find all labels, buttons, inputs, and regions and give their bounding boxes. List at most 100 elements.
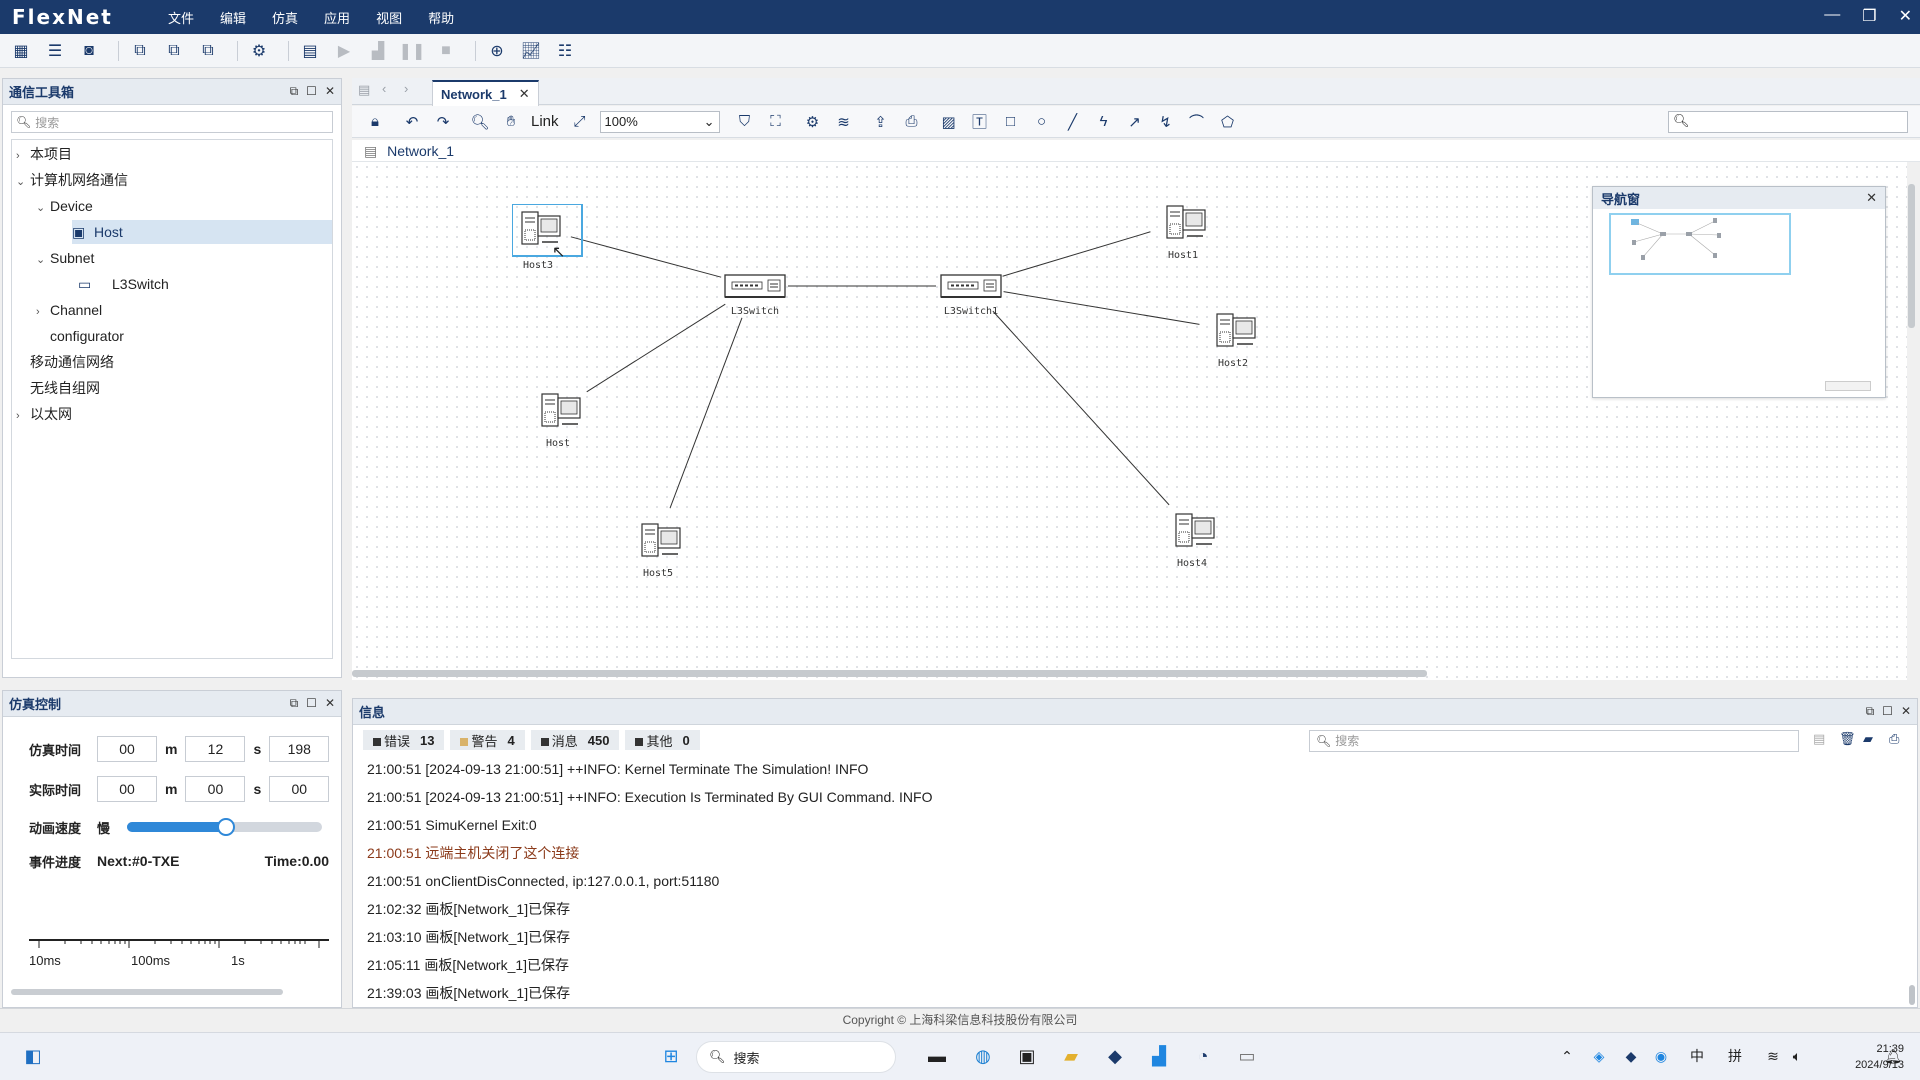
tree-item-device[interactable]: ⌄ Device: [36, 194, 93, 218]
list-tree-icon[interactable]: ☰: [42, 38, 68, 64]
float-icon[interactable]: ⧉: [290, 84, 299, 99]
menu-file[interactable]: 文件: [168, 8, 194, 27]
export-icon[interactable]: ⇪: [870, 111, 892, 133]
canvas-search-input[interactable]: 🔍︎: [1668, 111, 1908, 133]
file-manager-icon[interactable]: ▬: [924, 1043, 950, 1069]
rectangle-icon[interactable]: □: [1000, 111, 1022, 133]
filter-warnings[interactable]: 警告 4: [450, 730, 525, 750]
menu-view[interactable]: 视图: [376, 8, 402, 27]
undo-icon[interactable]: ↶: [401, 111, 423, 133]
arrow-icon[interactable]: ↗: [1124, 111, 1146, 133]
tree-item-ethernet[interactable]: › 以太网: [16, 402, 72, 426]
tree-item-project[interactable]: › 本项目: [16, 142, 72, 166]
canvas-vscroll[interactable]: [1908, 184, 1915, 328]
edge-browser-icon[interactable]: ◍: [970, 1043, 996, 1069]
remote-desktop-icon[interactable]: ▭: [1234, 1043, 1260, 1069]
tree-item-mobile-network[interactable]: 移动通信网络: [30, 350, 114, 374]
wifi-icon[interactable]: ≋: [1760, 1043, 1786, 1069]
node-host3[interactable]: Host3 ↖: [511, 203, 584, 271]
polygon-icon[interactable]: ⬠: [1217, 111, 1239, 133]
ellipse-icon[interactable]: ○: [1031, 111, 1053, 133]
float-icon[interactable]: ⧉: [1866, 704, 1875, 719]
close-panel-icon[interactable]: ✕: [325, 696, 335, 711]
widgets-icon[interactable]: ◧: [20, 1043, 46, 1069]
link-Host-L3Switch[interactable]: [586, 303, 726, 393]
menu-simulation[interactable]: 仿真: [272, 8, 298, 27]
pan-hand-icon[interactable]: ✋︎: [500, 111, 522, 133]
nav-forward-icon[interactable]: ›: [404, 81, 408, 96]
navigator-resize-handle[interactable]: [1825, 381, 1871, 391]
maximize-icon[interactable]: ☐: [306, 696, 317, 711]
menu-application[interactable]: 应用: [324, 8, 350, 27]
sim-control-hscroll[interactable]: [11, 989, 283, 995]
tree-item-adhoc-network[interactable]: 无线自组网: [30, 376, 100, 400]
pause-icon[interactable]: ❚❚: [399, 38, 426, 64]
canvas-hscroll[interactable]: [352, 670, 1427, 677]
minimize-icon[interactable]: —: [1824, 6, 1840, 26]
pinned-app-icon[interactable]: ▟: [1146, 1043, 1172, 1069]
layers-icon[interactable]: ≋: [833, 111, 855, 133]
text-box-icon[interactable]: 🅃: [969, 111, 991, 133]
gear-icon[interactable]: ⚙: [802, 111, 824, 133]
link-Host5-L3Switch[interactable]: [669, 317, 743, 509]
folder-icon[interactable]: ▰: [1058, 1043, 1084, 1069]
fit-view-icon[interactable]: ⤢: [569, 111, 591, 133]
sim-time-minutes-field[interactable]: 12: [185, 736, 246, 762]
log-vscroll[interactable]: [1909, 985, 1915, 1005]
step-icon[interactable]: ▟: [365, 38, 391, 64]
restore-icon[interactable]: ❐: [1862, 6, 1876, 26]
copy-log-icon[interactable]: ▤: [1813, 731, 1825, 747]
tree-item-configurator[interactable]: configurator: [50, 324, 124, 348]
link-L3Switch1-Host1[interactable]: [1002, 231, 1151, 277]
tray-app3-icon[interactable]: ◉: [1648, 1043, 1674, 1069]
notification-bell-icon[interactable]: 🔔︎: [1880, 1043, 1906, 1069]
rss-app-icon[interactable]: ◔: [1190, 1043, 1216, 1069]
sim-time-seconds-field[interactable]: 198: [269, 736, 330, 762]
tray-app2-icon[interactable]: ◆: [1618, 1043, 1644, 1069]
tree-item-computer-network[interactable]: ⌄ 计算机网络通信: [16, 168, 128, 192]
print-log-icon[interactable]: ⎙: [1889, 731, 1899, 747]
ime-mode-indicator[interactable]: 拼: [1722, 1043, 1748, 1069]
tree-item-host[interactable]: ▣ Host: [72, 220, 332, 244]
float-icon[interactable]: ⧉: [290, 696, 299, 711]
image-icon[interactable]: ▨: [938, 111, 960, 133]
sim-time-hours-field[interactable]: 00: [97, 736, 157, 762]
volume-icon[interactable]: 🔈︎: [1784, 1043, 1810, 1069]
speed-slider[interactable]: [127, 818, 322, 836]
link-tool-button[interactable]: Link: [531, 113, 559, 130]
info-search-input[interactable]: 🔍︎ 搜索: [1309, 730, 1799, 752]
tray-app1-icon[interactable]: ◈: [1586, 1043, 1612, 1069]
flexnet-app-icon[interactable]: ◆: [1102, 1043, 1128, 1069]
sliders-icon[interactable]: ☷: [552, 38, 578, 64]
arc-icon[interactable]: ⌒: [1186, 111, 1208, 133]
real-time-minutes-field[interactable]: 00: [185, 776, 246, 802]
tree-item-channel[interactable]: › Channel: [36, 298, 102, 322]
tray-overflow-icon[interactable]: ⌃: [1554, 1043, 1580, 1069]
open-folder-icon[interactable]: ▰: [1863, 731, 1873, 747]
play-icon[interactable]: ▶: [331, 38, 357, 64]
close-tab-icon[interactable]: ✕: [519, 86, 530, 102]
node-host4[interactable]: Host4: [1166, 506, 1218, 569]
node-host2[interactable]: Host2: [1207, 306, 1259, 369]
globe-icon[interactable]: ⊕: [484, 38, 510, 64]
tag-icon[interactable]: ⛉: [734, 111, 756, 133]
redo-icon[interactable]: ↷: [432, 111, 454, 133]
menu-help[interactable]: 帮助: [428, 8, 454, 27]
close-panel-icon[interactable]: ✕: [325, 84, 335, 99]
tree-item-subnet[interactable]: ⌄ Subnet: [36, 246, 94, 270]
node-host1[interactable]: Host1: [1157, 198, 1209, 261]
node-l3switch1[interactable]: L3Switch1: [940, 272, 1002, 317]
node-host5[interactable]: Host5: [632, 516, 684, 579]
filter-messages[interactable]: 消息 450: [530, 730, 620, 750]
settings-icon[interactable]: ⚙: [246, 38, 272, 64]
node-host[interactable]: Host: [532, 386, 584, 449]
link-Host3-L3Switch[interactable]: [570, 236, 722, 278]
toolbox-search-input[interactable]: 🔍︎ 搜索: [11, 111, 333, 133]
new-project-icon[interactable]: ⧉: [127, 38, 153, 64]
close-panel-icon[interactable]: ✕: [1901, 704, 1911, 719]
ime-language-indicator[interactable]: 中: [1684, 1043, 1710, 1069]
real-time-hours-field[interactable]: 00: [97, 776, 157, 802]
tab-network-1[interactable]: Network_1 ✕: [432, 80, 539, 106]
print-icon[interactable]: ⎙: [901, 111, 923, 133]
taskbar-search[interactable]: 🔍︎ 搜索: [696, 1041, 896, 1073]
